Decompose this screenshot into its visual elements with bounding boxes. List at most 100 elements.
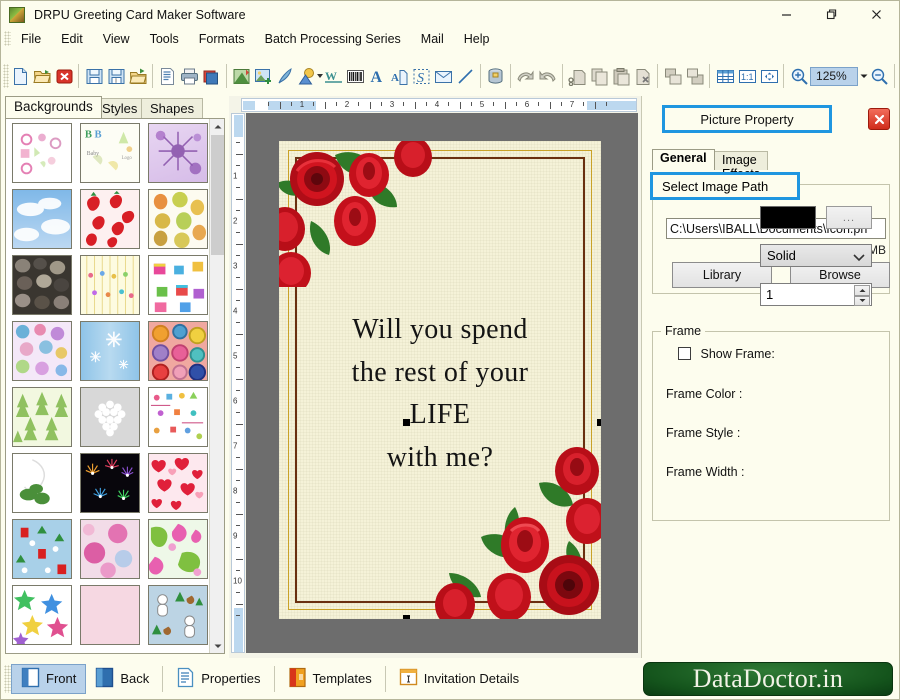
send-back-icon[interactable] [684, 61, 706, 91]
envelope-icon[interactable] [433, 61, 455, 91]
frame-color-swatch[interactable] [760, 206, 816, 229]
background-thumbnail[interactable] [148, 453, 208, 513]
tab-shapes[interactable]: Shapes [141, 98, 204, 118]
show-frame-checkbox[interactable] [678, 347, 691, 360]
database-icon[interactable] [485, 61, 507, 91]
barcode-icon[interactable] [345, 61, 367, 91]
selection-handle[interactable] [597, 419, 601, 426]
background-thumbnail[interactable] [12, 453, 72, 513]
text-art-icon[interactable]: A [389, 61, 411, 91]
background-thumbnail[interactable] [12, 519, 72, 579]
canvas-scroll-stage[interactable]: Will you spend the rest of your LIFE wit… [246, 113, 638, 653]
show-frame-row[interactable]: Show Frame: [678, 347, 775, 361]
redo-icon[interactable] [537, 61, 559, 91]
thumbnail-scrollbar[interactable] [209, 119, 224, 653]
watermark-icon[interactable]: W [323, 61, 345, 91]
menu-view[interactable]: View [93, 30, 140, 48]
background-thumbnail[interactable] [148, 189, 208, 249]
background-thumbnail[interactable] [80, 519, 140, 579]
back-button[interactable]: Back [86, 664, 158, 694]
signature-icon[interactable]: S [411, 61, 433, 91]
close-document-icon[interactable] [53, 61, 75, 91]
minimize-button[interactable] [764, 1, 809, 28]
scroll-up-arrow-icon[interactable] [210, 119, 224, 134]
zoom-level-combobox[interactable]: 125% [810, 66, 859, 86]
background-thumbnail[interactable] [148, 585, 208, 645]
add-image-icon[interactable] [253, 61, 275, 91]
menu-tools[interactable]: Tools [140, 30, 189, 48]
menu-file[interactable]: File [11, 30, 51, 48]
background-thumbnail[interactable] [148, 123, 208, 183]
print-color-icon[interactable] [201, 61, 223, 91]
background-thumbnail[interactable]: B B Baby Logo [80, 123, 140, 183]
background-thumbnail[interactable] [12, 189, 72, 249]
background-thumbnail[interactable] [148, 255, 208, 315]
cut-icon[interactable] [566, 61, 588, 91]
stepper-down-icon[interactable] [854, 295, 870, 306]
open-folder-icon[interactable] [31, 61, 53, 91]
frame-width-stepper[interactable] [854, 285, 870, 306]
menu-formats[interactable]: Formats [189, 30, 255, 48]
paste-icon[interactable] [610, 61, 632, 91]
frame-width-input[interactable]: 1 [760, 283, 872, 306]
panel-close-button[interactable] [868, 108, 890, 130]
export-folder-icon[interactable] [127, 61, 149, 91]
bring-front-icon[interactable] [662, 61, 684, 91]
zoom-out-icon[interactable] [869, 61, 891, 91]
background-thumbnail[interactable] [80, 387, 140, 447]
zoom-in-icon[interactable] [788, 61, 810, 91]
background-thumbnail[interactable] [80, 255, 140, 315]
templates-button[interactable]: Templates [279, 664, 381, 694]
shape-picture-icon[interactable] [297, 61, 319, 91]
line-tool-icon[interactable] [455, 61, 477, 91]
background-thumbnail[interactable] [80, 453, 140, 513]
print-preview-icon[interactable] [157, 61, 179, 91]
image-tool-icon[interactable] [231, 61, 253, 91]
fit-page-icon[interactable] [758, 61, 780, 91]
background-thumbnail[interactable] [12, 123, 72, 183]
tab-general[interactable]: General [652, 149, 715, 170]
menu-help[interactable]: Help [454, 30, 500, 48]
new-document-icon[interactable] [9, 61, 31, 91]
bottom-grip-handle[interactable] [4, 664, 11, 693]
background-thumbnail[interactable] [148, 321, 208, 381]
maximize-restore-button[interactable] [809, 1, 854, 28]
background-thumbnail[interactable] [80, 585, 140, 645]
card-text-block[interactable]: Will you spend the rest of your LIFE wit… [279, 309, 601, 479]
frame-color-picker-button[interactable]: ... [826, 206, 872, 229]
menu-grip-handle[interactable] [4, 31, 11, 46]
stepper-up-icon[interactable] [854, 285, 870, 296]
scroll-down-arrow-icon[interactable] [210, 638, 224, 653]
selection-handle[interactable] [403, 615, 410, 619]
menu-batch-processing-series[interactable]: Batch Processing Series [255, 30, 411, 48]
zoom-dropdown-caret-icon[interactable] [858, 67, 869, 86]
properties-button[interactable]: Properties [167, 664, 269, 694]
print-icon[interactable] [179, 61, 201, 91]
background-thumbnail[interactable] [12, 321, 72, 381]
greeting-card-canvas[interactable]: Will you spend the rest of your LIFE wit… [279, 141, 601, 619]
front-button[interactable]: Front [11, 663, 87, 694]
save-icon[interactable] [83, 61, 105, 91]
background-thumbnail[interactable] [80, 321, 140, 381]
background-thumbnail[interactable] [148, 387, 208, 447]
text-tool-icon[interactable]: A [367, 61, 389, 91]
undo-icon[interactable] [515, 61, 537, 91]
tab-image-effects[interactable]: Image Effects [714, 151, 768, 181]
background-thumbnail[interactable] [12, 387, 72, 447]
background-thumbnail[interactable] [148, 519, 208, 579]
tab-backgrounds[interactable]: Backgrounds [5, 96, 102, 118]
menu-edit[interactable]: Edit [51, 30, 93, 48]
frame-style-select[interactable]: Solid [760, 244, 872, 267]
invitation-details-button[interactable]: Invitation Details [390, 664, 528, 694]
background-thumbnail[interactable] [80, 189, 140, 249]
library-button[interactable]: Library [672, 262, 772, 288]
close-button[interactable] [854, 1, 899, 28]
copy-icon[interactable] [588, 61, 610, 91]
background-thumbnail[interactable] [12, 585, 72, 645]
menu-mail[interactable]: Mail [411, 30, 454, 48]
grid-icon[interactable] [714, 61, 736, 91]
actual-size-icon[interactable]: 1:1 [736, 61, 758, 91]
delete-icon[interactable] [632, 61, 654, 91]
save-as-icon[interactable]: I [105, 61, 127, 91]
background-thumbnail[interactable] [12, 255, 72, 315]
